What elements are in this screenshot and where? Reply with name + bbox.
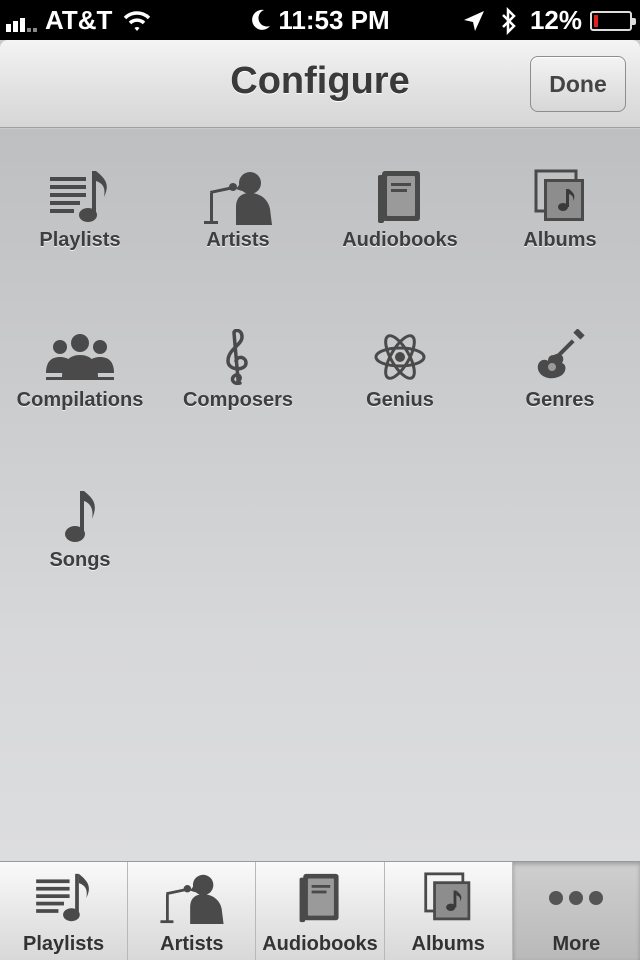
tab-label: Artists (160, 933, 224, 955)
tab-label: More (552, 933, 601, 955)
grid-item-albums[interactable]: Albums (480, 169, 640, 252)
status-bar: AT&T 11:53 PM 12% (0, 0, 640, 40)
album-icon (424, 872, 471, 921)
grid-item-label: Genius (366, 389, 434, 411)
moon-icon (252, 9, 271, 30)
tab-label: Albums (411, 933, 485, 955)
guitar-icon (537, 329, 585, 379)
tab-bar: Playlists Artists Audiobooks Albums More (0, 861, 640, 960)
treble-clef-icon (226, 329, 248, 385)
grid-item-compilations[interactable]: Compilations (0, 329, 160, 412)
grid-item-composers[interactable]: Composers (158, 329, 318, 412)
grid-item-label: Audiobooks (342, 229, 458, 251)
configure-grid: Playlists Artists Audiobooks Albums Comp… (0, 129, 640, 861)
compilations-icon (46, 334, 114, 380)
grid-item-label: Genres (525, 389, 595, 411)
grid-item-playlists[interactable]: Playlists (0, 169, 160, 252)
done-button[interactable]: Done (530, 56, 626, 112)
grid-item-artists[interactable]: Artists (158, 169, 318, 252)
album-icon (534, 169, 584, 221)
atom-icon (374, 334, 426, 380)
battery-icon (590, 10, 636, 31)
grid-item-genres[interactable]: Genres (480, 329, 640, 412)
bluetooth-icon (502, 6, 516, 35)
battery-percent: 12% (529, 5, 582, 35)
grid-item-label: Songs (49, 549, 111, 571)
more-icon (549, 891, 604, 905)
tab-albums[interactable]: Albums (385, 862, 513, 960)
grid-item-label: Artists (206, 229, 270, 251)
grid-item-audiobooks[interactable]: Audiobooks (320, 169, 480, 252)
tab-audiobooks[interactable]: Audiobooks (256, 862, 385, 960)
tab-label: Playlists (23, 933, 105, 955)
grid-item-genius[interactable]: Genius (320, 329, 480, 412)
tab-playlists[interactable]: Playlists (0, 862, 129, 960)
grid-item-label: Playlists (39, 229, 121, 251)
playlists-icon (35, 873, 89, 922)
location-arrow-icon (463, 10, 484, 31)
tab-label: Audiobooks (262, 933, 378, 955)
grid-item-songs[interactable]: Songs (0, 489, 160, 572)
grid-item-label: Compilations (16, 389, 144, 411)
artist-icon (204, 172, 272, 225)
tab-artists[interactable]: Artists (128, 862, 257, 960)
tab-more[interactable]: More (512, 862, 640, 960)
grid-item-label: Composers (182, 389, 294, 411)
audiobook-icon (378, 171, 420, 223)
playlists-icon (50, 171, 107, 222)
status-right: 12% (462, 5, 636, 36)
clock: 11:53 PM (278, 5, 390, 35)
grid-item-label: Albums (523, 229, 597, 251)
navigation-bar: Configure Done (0, 40, 640, 128)
music-note-icon (65, 491, 95, 542)
audiobook-icon (299, 873, 339, 923)
artist-icon (160, 874, 224, 924)
